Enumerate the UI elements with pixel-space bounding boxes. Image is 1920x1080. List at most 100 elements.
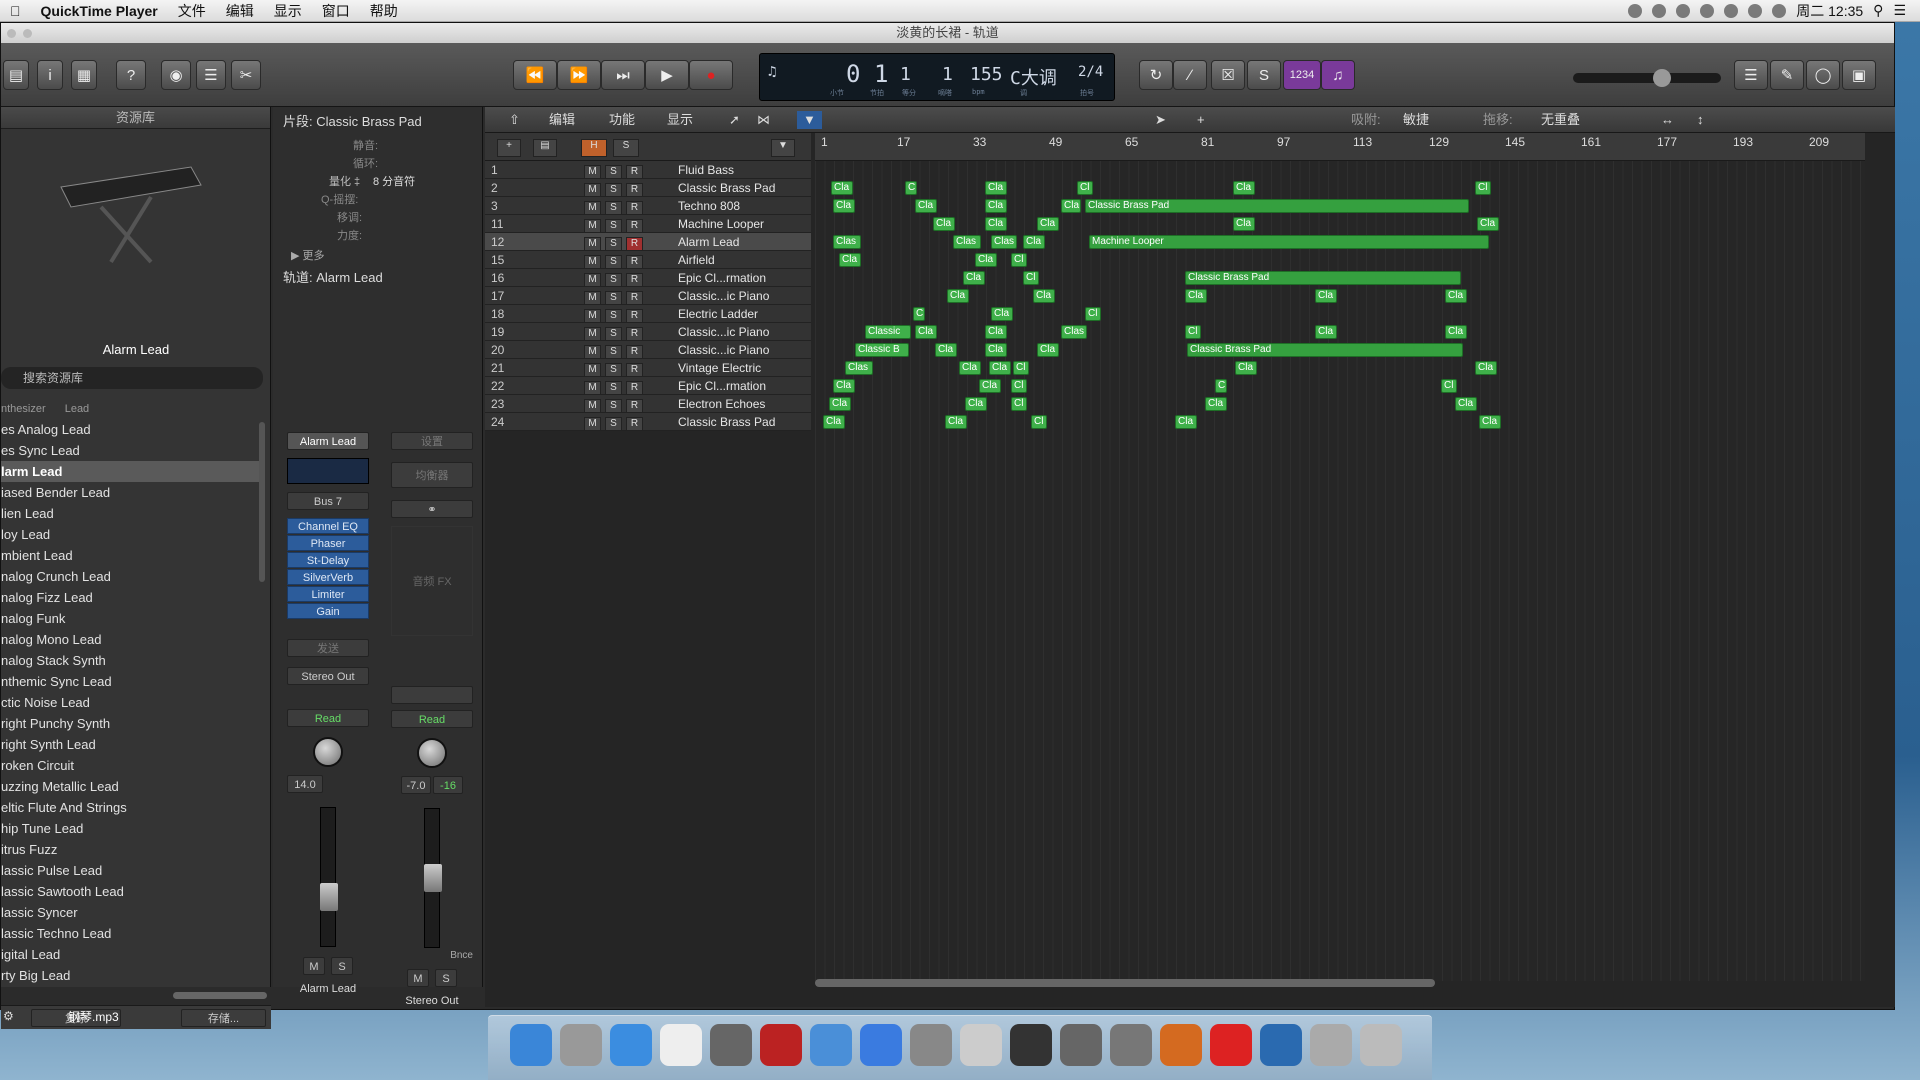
- library-item[interactable]: rty Big Lead: [1, 965, 261, 986]
- midi-region[interactable]: Cla: [985, 199, 1007, 213]
- library-item[interactable]: eltic Flute And Strings: [1, 797, 261, 818]
- midi-region[interactable]: Cla: [933, 217, 955, 231]
- midi-region[interactable]: Cl: [1013, 361, 1029, 375]
- menubar-clock[interactable]: 周二 12:35: [1796, 1, 1863, 21]
- midi-region[interactable]: Cl: [1441, 379, 1457, 393]
- track-row[interactable]: 19 M S R Classic...ic Piano: [485, 323, 811, 341]
- library-item[interactable]: right Punchy Synth: [1, 713, 261, 734]
- library-search-input[interactable]: 搜索资源库: [1, 367, 263, 389]
- zoom-horizontal-icon[interactable]: ↔: [1661, 111, 1674, 129]
- library-item[interactable]: nalog Mono Lead: [1, 629, 261, 650]
- midi-region[interactable]: Cla: [989, 361, 1011, 375]
- midi-region[interactable]: Cla: [985, 343, 1007, 357]
- midi-region[interactable]: Cla: [823, 415, 845, 429]
- arrange-grid[interactable]: Cla C Cla Cl Cla Cl Cla Cla Cla Cla Classic Brass …: [815, 161, 1865, 981]
- zoom-vertical-icon[interactable]: ↕: [1697, 111, 1704, 129]
- path-lead[interactable]: Lead: [65, 403, 89, 415]
- plugin-st-delay[interactable]: St-Delay: [287, 552, 369, 568]
- trash-icon[interactable]: [1360, 1024, 1402, 1066]
- photo-booth-icon[interactable]: [760, 1024, 802, 1066]
- track-name[interactable]: Electron Echoes: [678, 395, 765, 413]
- track-record-button[interactable]: R: [626, 273, 643, 287]
- instrument-slot[interactable]: Alarm Lead: [287, 432, 369, 450]
- status-finder-icon[interactable]: [1652, 3, 1667, 18]
- midi-region[interactable]: Cla: [1233, 181, 1255, 195]
- output-empty-slot[interactable]: [391, 686, 473, 704]
- midi-region[interactable]: Cla: [985, 217, 1007, 231]
- track-mute-button[interactable]: M: [584, 237, 601, 251]
- track-mute-button[interactable]: M: [584, 183, 601, 197]
- midi-region[interactable]: Cla: [975, 253, 997, 267]
- track-solo-button[interactable]: S: [605, 255, 622, 269]
- library-path[interactable]: nthesizer Lead: [1, 403, 89, 415]
- notepad-icon[interactable]: ✎: [1770, 60, 1804, 90]
- toolbar-panel-icon[interactable]: ▦: [71, 60, 97, 90]
- midi-region[interactable]: Cla: [963, 271, 985, 285]
- midi-region[interactable]: Cl: [1475, 181, 1491, 195]
- track-row[interactable]: 22 M S R Epic Cl...rmation: [485, 377, 811, 395]
- setting-slot[interactable]: 设置: [391, 432, 473, 450]
- track-solo-button[interactable]: S: [605, 165, 622, 179]
- track-name[interactable]: Epic Cl...rmation: [678, 269, 766, 287]
- list-editors-icon[interactable]: ☰: [1734, 60, 1768, 90]
- track-name[interactable]: Vintage Electric: [678, 359, 761, 377]
- send-slot[interactable]: 发送: [287, 639, 369, 657]
- track-record-button[interactable]: R: [626, 237, 643, 251]
- menu-window[interactable]: 窗口: [312, 1, 360, 21]
- midi-region[interactable]: C: [913, 307, 925, 321]
- midi-region[interactable]: Cla: [829, 397, 851, 411]
- link-icon[interactable]: ⚭: [391, 500, 473, 518]
- volume-icon[interactable]: [1724, 3, 1739, 18]
- midi-region[interactable]: Cla: [1061, 199, 1081, 213]
- midi-region[interactable]: Cla: [1479, 415, 1501, 429]
- library-item[interactable]: larm Lead: [1, 461, 261, 482]
- track-record-button[interactable]: R: [626, 201, 643, 215]
- library-item[interactable]: es Sync Lead: [1, 440, 261, 461]
- track-mute-button[interactable]: M: [584, 327, 601, 341]
- track-solo-button[interactable]: S: [605, 327, 622, 341]
- arrange-hscroll[interactable]: [815, 979, 1435, 987]
- library-item[interactable]: nalog Funk: [1, 608, 261, 629]
- quicktime-icon[interactable]: [1260, 1024, 1302, 1066]
- track-row[interactable]: 3 M S R Techno 808: [485, 197, 811, 215]
- strip-name-2[interactable]: Stereo Out: [391, 995, 473, 1007]
- plugin-limiter[interactable]: Limiter: [287, 586, 369, 602]
- record-icon[interactable]: ●: [689, 60, 733, 90]
- library-item[interactable]: nalog Crunch Lead: [1, 566, 261, 587]
- midi-region[interactable]: Cla: [947, 289, 969, 303]
- mute-button-2[interactable]: M: [407, 969, 429, 987]
- pointer-tool-icon[interactable]: ➤: [1155, 111, 1166, 129]
- help-icon[interactable]: ?: [116, 60, 146, 90]
- midi-region[interactable]: Clas: [833, 235, 861, 249]
- menu-edit[interactable]: 编辑: [216, 1, 264, 21]
- track-mute-button[interactable]: M: [584, 345, 601, 359]
- track-record-button[interactable]: R: [626, 309, 643, 323]
- inspector-info-icon[interactable]: i: [37, 60, 63, 90]
- netease-music-icon[interactable]: [1210, 1024, 1252, 1066]
- track-options-icon[interactable]: ▼: [771, 139, 795, 157]
- midi-region[interactable]: Cl: [1011, 379, 1027, 393]
- autopunch-icon[interactable]: ∕: [1173, 60, 1207, 90]
- loop-browser-icon[interactable]: ◯: [1806, 60, 1840, 90]
- track-solo-button[interactable]: S: [605, 309, 622, 323]
- library-item[interactable]: right Synth Lead: [1, 734, 261, 755]
- track-record-button[interactable]: R: [626, 291, 643, 305]
- status-app-icon[interactable]: [1676, 3, 1691, 18]
- track-mute-button[interactable]: M: [584, 417, 601, 431]
- track-inspector-title[interactable]: 轨道: Alarm Lead: [283, 267, 383, 286]
- solo-button[interactable]: S: [331, 957, 353, 975]
- track-solo-button[interactable]: S: [605, 183, 622, 197]
- mail-icon[interactable]: [810, 1024, 852, 1066]
- library-item[interactable]: hip Tune Lead: [1, 818, 261, 839]
- track-solo-button[interactable]: S: [605, 237, 622, 251]
- plugin-channel-eq[interactable]: Channel EQ: [287, 518, 369, 534]
- arrange-menu-view[interactable]: 显示: [667, 111, 693, 129]
- add-track-button[interactable]: +: [497, 139, 521, 157]
- timeline-ruler[interactable]: 1 17 33 49 65 81 97 113 129 145 161 177 193 209: [815, 133, 1865, 161]
- plugin-silververb[interactable]: SilverVerb: [287, 569, 369, 585]
- track-mute-button[interactable]: M: [584, 201, 601, 215]
- library-item[interactable]: lien Lead: [1, 503, 261, 524]
- save-button[interactable]: 存储...: [181, 1009, 266, 1027]
- midi-region[interactable]: Classic: [865, 325, 911, 339]
- track-solo-button[interactable]: S: [605, 363, 622, 377]
